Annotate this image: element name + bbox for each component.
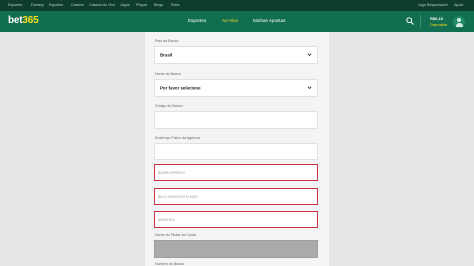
branch-code-input[interactable] <box>154 111 318 129</box>
bank-name-select[interactable]: Por favor selecione <box>154 79 318 97</box>
bank-country-value: Brasil <box>160 52 173 58</box>
account-icon-head <box>457 18 461 22</box>
nav-my-bets[interactable]: Minhas Apostas <box>253 18 285 23</box>
bank-name-value: Por favor selecione <box>160 85 201 91</box>
branch-address-input[interactable] <box>154 143 318 160</box>
logo-accent-text: 365 <box>22 15 39 26</box>
bank-number-label: Número do Banco <box>155 262 184 266</box>
account-icon-body <box>455 23 463 27</box>
topnav-item-1[interactable]: Esportes <box>8 3 22 8</box>
bank-name-label: Nome do Banco <box>155 72 181 76</box>
zip-input[interactable]: APAMORA <box>154 211 318 228</box>
bet365-logo[interactable]: bet365 <box>8 15 39 26</box>
responsible-gaming-link[interactable]: Jogo Responsável <box>418 3 448 8</box>
topnav-item-4[interactable]: Cassino <box>71 3 84 8</box>
zip-placeholder: APAMORA <box>158 217 175 222</box>
topnav-item-9[interactable]: Extra <box>171 3 179 8</box>
topnav-item-8[interactable]: Bingo <box>154 3 163 8</box>
topnav-item-7[interactable]: Pôquer <box>136 3 148 8</box>
topnav-item-2[interactable]: Fantasy <box>31 3 44 8</box>
bank-country-select[interactable]: Brasil <box>154 46 318 64</box>
chevron-down-icon <box>307 86 312 90</box>
nav-sports[interactable]: Esportes <box>188 18 206 23</box>
account-icon[interactable] <box>453 16 465 28</box>
main-header: bet365 Esportes Ao-Vivo Minhas Apostas R… <box>0 11 474 32</box>
top-utility-bar: Esportes Fantasy Esportes Cassino Cassin… <box>0 0 474 11</box>
account-balance[interactable]: R$0,15 <box>430 16 443 21</box>
search-icon[interactable] <box>406 17 414 25</box>
topnav-item-5[interactable]: Cassino Ao Vivo <box>89 3 115 8</box>
topnav-item-3[interactable]: Esportes <box>49 3 63 8</box>
neighborhood-placeholder: BAIRRO/PRÉDIO <box>158 170 185 175</box>
account-holder-input <box>154 240 318 258</box>
deposit-link[interactable]: Depositar <box>430 22 447 27</box>
nav-in-play[interactable]: Ao-Vivo <box>222 18 238 23</box>
neighborhood-input[interactable]: BAIRRO/PRÉDIO <box>154 164 318 181</box>
bank-country-label: País do Banco <box>155 39 179 43</box>
city-placeholder: BELO HORIZONTE/ MGD <box>158 194 198 199</box>
branch-code-label: Código do Banco <box>155 104 183 108</box>
account-holder-label: Nome do Titular da Conta <box>155 233 196 237</box>
logo-text: bet <box>8 15 23 26</box>
branch-address-label: Endereço Físico da Agência <box>155 136 200 140</box>
topnav-item-6[interactable]: Jogos <box>120 3 130 8</box>
chevron-down-icon <box>307 53 312 57</box>
help-link[interactable]: Ajuda <box>454 3 463 8</box>
header-divider <box>420 15 421 28</box>
city-input[interactable]: BELO HORIZONTE/ MGD <box>154 188 318 205</box>
